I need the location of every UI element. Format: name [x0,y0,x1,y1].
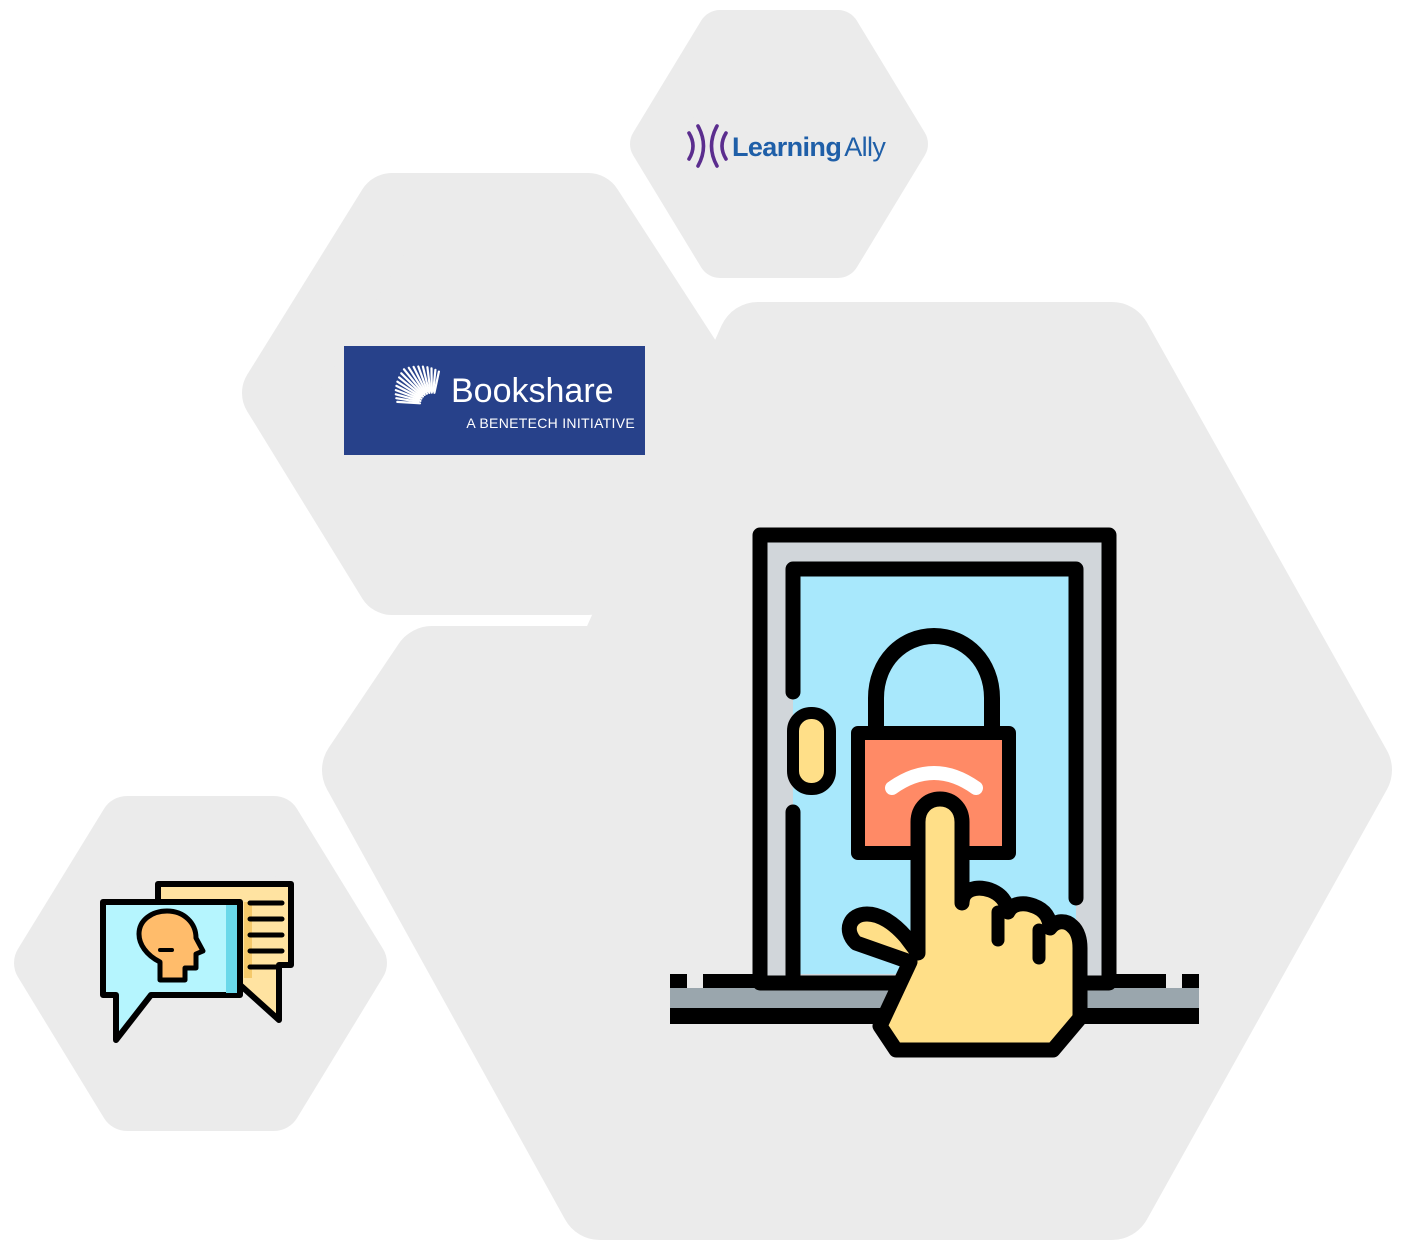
learning-ally-word-ally: Ally [844,132,886,162]
bookshare-subtitle: A BENETECH INITIATIVE [466,415,635,431]
bookshare-title: Bookshare [451,372,614,410]
chat-front-bubble-accent [226,905,237,993]
bookshare-logo: Bookshare A BENETECH INITIATIVE [344,346,645,455]
learning-ally-wordmark: Learning Ally [732,132,886,162]
floor-line [1182,974,1199,988]
door-handle [787,707,836,795]
hexagon-illustration-scene: Learning Ally Bookshare A BENETECH INITIA… [14,10,1392,1240]
learning-ally-word-learning: Learning [732,132,841,162]
floor-line [670,974,687,988]
